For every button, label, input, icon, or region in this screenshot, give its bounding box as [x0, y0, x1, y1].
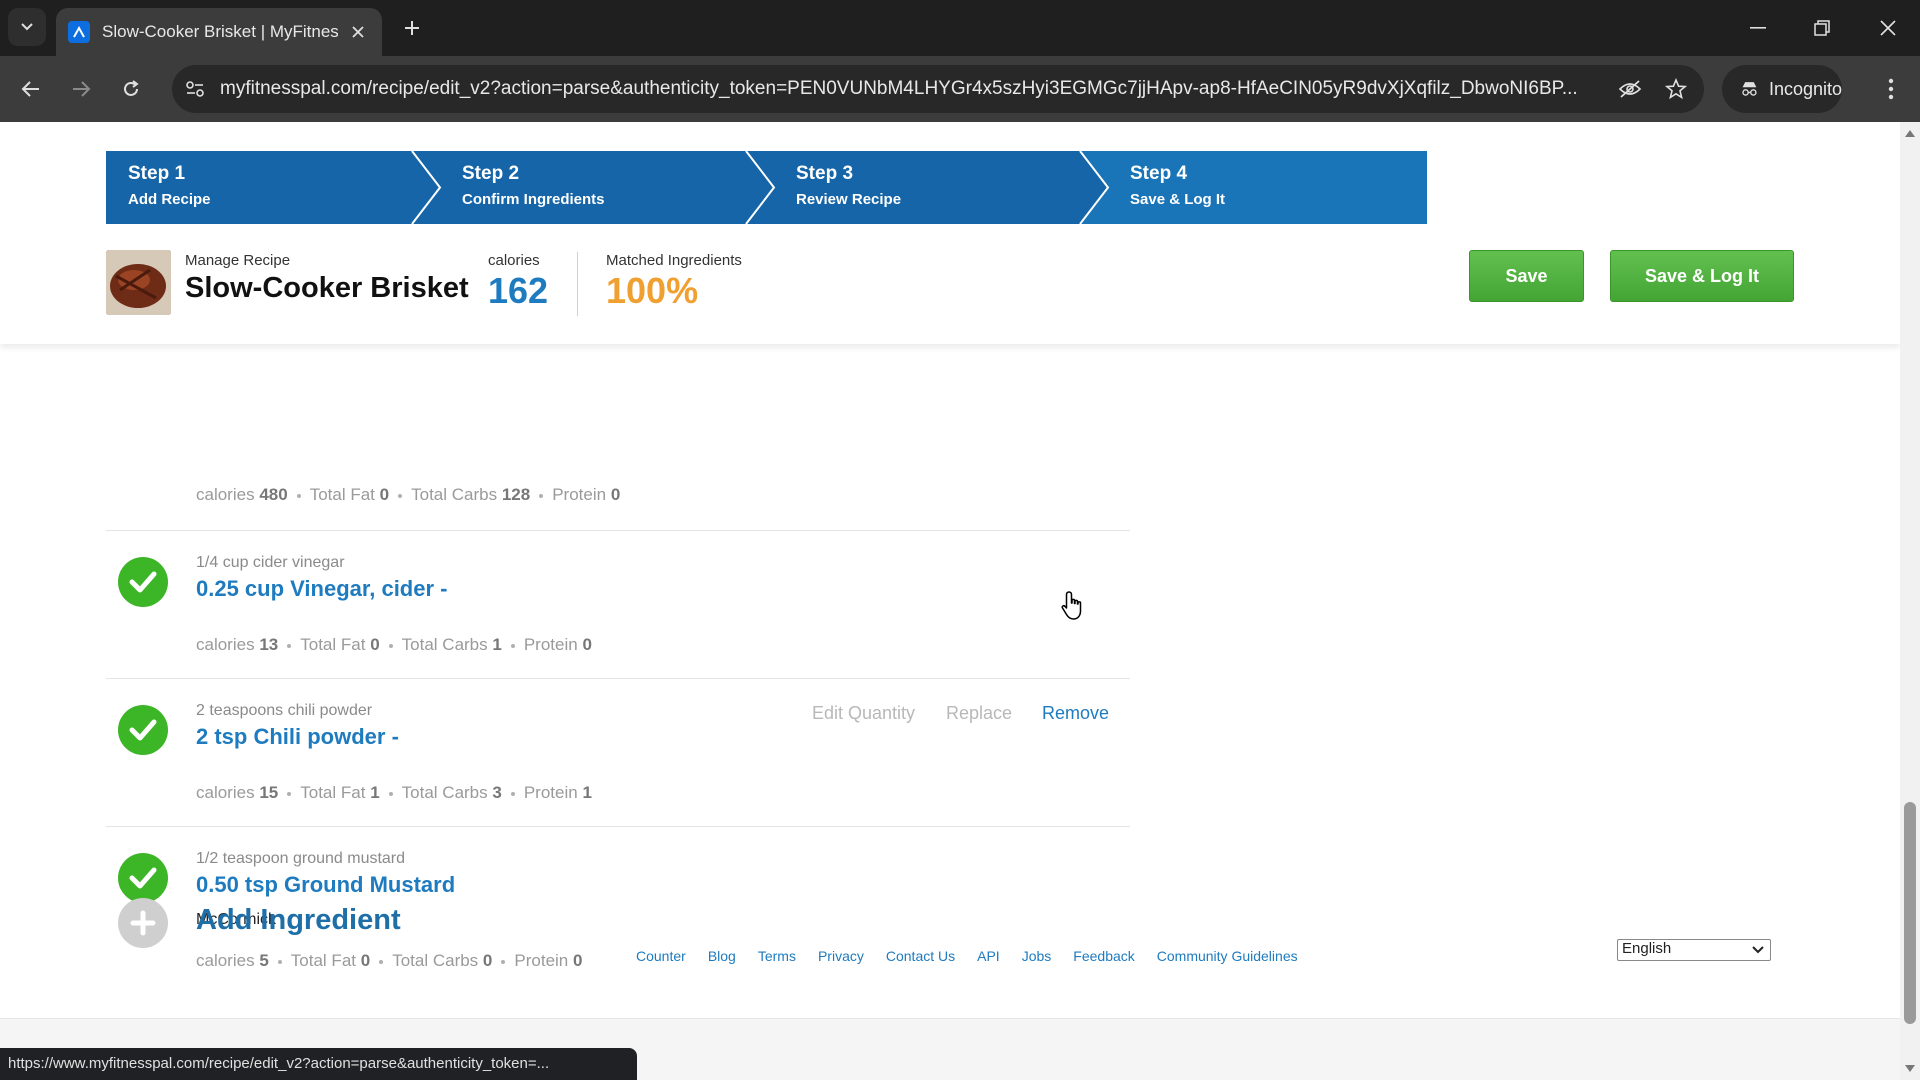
forward-arrow-icon[interactable] [64, 72, 98, 106]
step-4[interactable]: Step 4 Save & Log It [1130, 163, 1225, 208]
edit-quantity-link[interactable]: Edit Quantity [812, 703, 915, 724]
tab-close-icon[interactable] [346, 20, 370, 44]
step-label: Add Recipe [128, 191, 211, 208]
footer-link[interactable]: Terms [758, 948, 796, 964]
page-scrollbar[interactable] [1900, 122, 1920, 1080]
myfitnesspal-favicon-icon [68, 21, 90, 43]
bookmark-star-icon[interactable] [1662, 75, 1690, 103]
nutrition-summary: calories 13 Total Fat 0 Total Carbs 1 Prote… [196, 635, 592, 654]
step-number: Step 3 [796, 163, 854, 184]
step-label: Confirm Ingredients [462, 191, 605, 208]
matched-check-icon [118, 705, 168, 755]
incognito-indicator[interactable]: Incognito [1722, 65, 1842, 113]
site-info-icon[interactable] [178, 72, 212, 106]
scrollbar-thumb[interactable] [1904, 802, 1916, 1024]
footer-link[interactable]: API [977, 948, 1000, 964]
step-label: Review Recipe [796, 191, 902, 208]
tab-search-button[interactable] [8, 8, 46, 46]
recipe-thumbnail [106, 250, 171, 315]
step-1[interactable]: Step 1 Add Recipe [128, 163, 211, 208]
save-button[interactable]: Save [1469, 250, 1584, 302]
hand-pointer-cursor-icon [1061, 591, 1082, 620]
step-number: Step 2 [462, 163, 520, 184]
matched-ingredients-value: 100% [606, 270, 699, 311]
browser-menu-icon[interactable] [1876, 72, 1906, 106]
back-arrow-icon[interactable] [14, 72, 48, 106]
add-ingredient-link[interactable]: Add Ingredient [196, 904, 401, 937]
header-divider [577, 252, 578, 316]
nutrition-summary: calories 480 Total Fat 0 Total Carbs 128 Pr… [196, 485, 621, 504]
incognito-label: Incognito [1768, 78, 1842, 99]
matched-check-icon [118, 853, 168, 903]
ingredient-row[interactable]: 2 teaspoons chili powder 2 tsp Chili pow… [106, 679, 1130, 827]
step-3[interactable]: Step 3 Review Recipe [796, 163, 901, 208]
scroll-up-arrow-icon[interactable] [1905, 130, 1915, 137]
ingredient-original-text: 1/4 cup cider vinegar [196, 554, 345, 571]
page-content: Step 1 Add Recipe Step 2 Confirm Ingredi… [0, 122, 1900, 1080]
minimize-window-icon[interactable] [1738, 10, 1778, 46]
close-window-icon[interactable] [1868, 10, 1908, 46]
replace-link[interactable]: Replace [946, 703, 1012, 724]
calories-label: calories [488, 252, 540, 269]
footer-link[interactable]: Contact Us [886, 948, 955, 964]
footer-links: Counter Blog Terms Privacy Contact Us API Jobs… [636, 948, 1320, 964]
scroll-down-arrow-icon[interactable] [1905, 1065, 1915, 1072]
footer-link[interactable]: Blog [708, 948, 736, 964]
ingredient-original-text: 2 teaspoons chili powder [196, 702, 373, 719]
step-number: Step 1 [128, 163, 186, 184]
ingredient-original-text: 1/2 teaspoon ground mustard [196, 850, 406, 867]
footer-link[interactable]: Counter [636, 948, 686, 964]
browser-tab[interactable]: Slow-Cooker Brisket | MyFitnes [56, 8, 382, 56]
nutrition-summary: calories 5 Total Fat 0 Total Carbs 0 Protei… [196, 951, 583, 970]
save-and-log-button[interactable]: Save & Log It [1610, 250, 1794, 302]
footer-link[interactable]: Feedback [1073, 948, 1134, 964]
eye-off-icon[interactable] [1616, 75, 1644, 103]
ingredient-row[interactable]: 1/4 cup cider vinegar 0.25 cup Vinegar, … [106, 531, 1130, 679]
manage-recipe-label: Manage Recipe [185, 252, 291, 269]
step-number: Step 4 [1130, 163, 1188, 184]
matched-check-icon [118, 557, 168, 607]
footer-link[interactable]: Privacy [818, 948, 864, 964]
url-text: myfitnesspal.com/recipe/edit_v2?action=p… [220, 78, 1578, 99]
reload-icon[interactable] [114, 72, 148, 106]
recipe-steps-progress: Step 1 Add Recipe Step 2 Confirm Ingredi… [106, 151, 1427, 224]
ingredient-name-link[interactable]: 2 tsp Chili powder - [196, 724, 399, 750]
ingredient-row: calories 480 Total Fat 0 Total Carbs 128 Pr… [106, 344, 1130, 531]
matched-ingredients-label: Matched Ingredients [606, 252, 742, 269]
chevron-down-icon [21, 23, 33, 31]
browser-toolbar: myfitnesspal.com/recipe/edit_v2?action=p… [0, 56, 1920, 122]
remove-link[interactable]: Remove [1042, 703, 1109, 724]
incognito-icon [1742, 82, 1757, 96]
chevron-down-icon [1752, 946, 1764, 954]
address-bar[interactable]: myfitnesspal.com/recipe/edit_v2?action=p… [172, 65, 1704, 113]
recipe-summary-header: Manage Recipe Slow-Cooker Brisket calori… [0, 240, 1900, 344]
step-label: Save & Log It [1130, 191, 1226, 208]
add-ingredient-plus-icon[interactable] [118, 898, 168, 948]
browser-tab-strip: Slow-Cooker Brisket | MyFitnes [0, 0, 1920, 56]
tab-title: Slow-Cooker Brisket | MyFitnes [102, 22, 338, 41]
new-tab-plus-icon[interactable] [396, 12, 428, 44]
language-select[interactable]: English [1617, 939, 1771, 961]
calories-value: 162 [488, 270, 549, 311]
step-2[interactable]: Step 2 Confirm Ingredients [462, 163, 605, 208]
link-status-bar: https://www.myfitnesspal.com/recipe/edit… [0, 1048, 637, 1080]
restore-window-icon[interactable] [1802, 10, 1842, 46]
nutrition-summary: calories 15 Total Fat 1 Total Carbs 3 Prote… [196, 783, 592, 802]
language-selected-value: English [1622, 940, 1672, 957]
recipe-title: Slow-Cooker Brisket [185, 272, 469, 304]
ingredient-name-link[interactable]: 0.50 tsp Ground Mustard [196, 872, 455, 898]
ingredient-name-link[interactable]: 0.25 cup Vinegar, cider - [196, 576, 448, 602]
footer-link[interactable]: Jobs [1022, 948, 1052, 964]
footer-link[interactable]: Community Guidelines [1157, 948, 1298, 964]
